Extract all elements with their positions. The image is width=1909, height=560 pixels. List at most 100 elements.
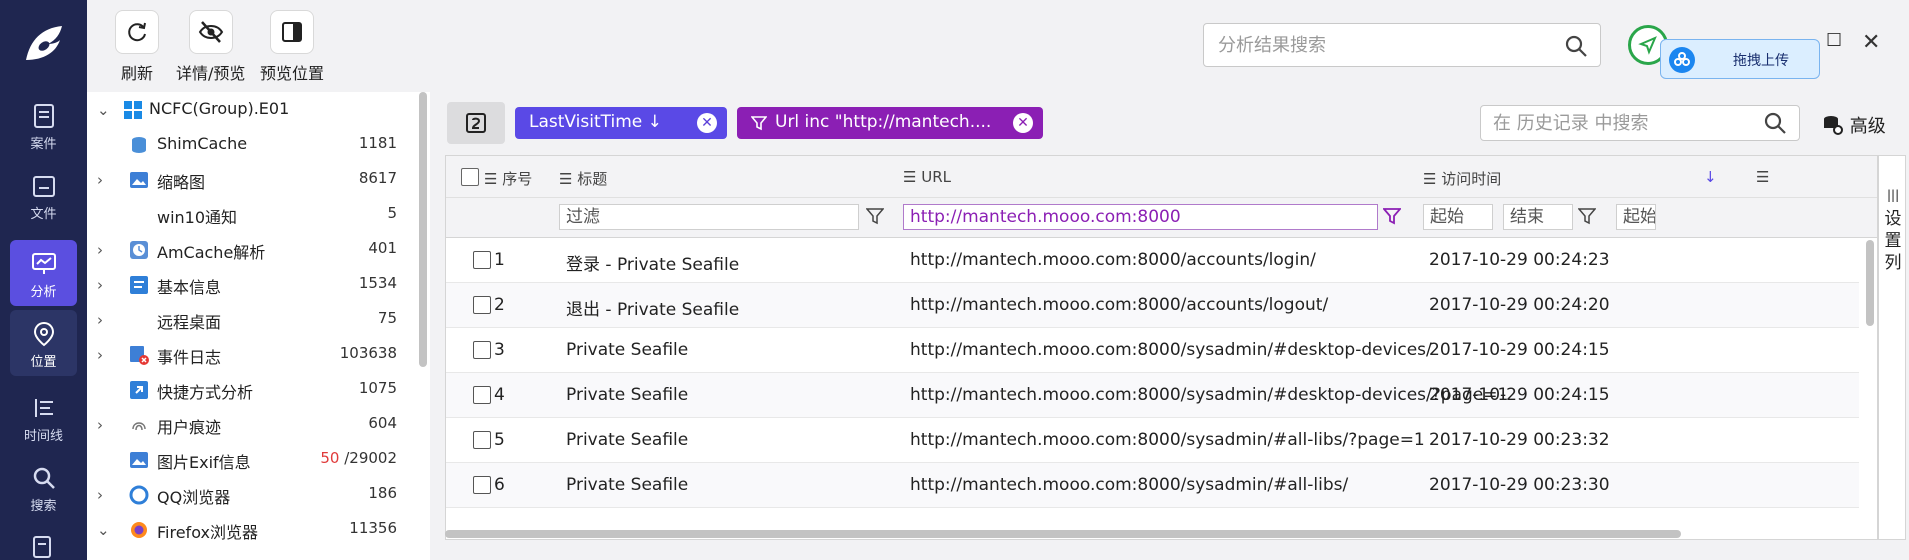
- location-pin-icon: [33, 321, 54, 347]
- drag-upload-widget[interactable]: 拖拽上传: [1660, 39, 1820, 79]
- search-icon[interactable]: [1763, 111, 1787, 135]
- nav-case[interactable]: 案件: [10, 92, 77, 158]
- chevron-right-icon[interactable]: ›: [97, 276, 103, 294]
- report-icon[interactable]: [30, 534, 56, 560]
- tree-item-firefox[interactable]: ⌄ Firefox浏览器 11356: [87, 512, 397, 547]
- refresh-button[interactable]: 刷新: [115, 10, 159, 84]
- tree-item-user-traces[interactable]: › 用户痕迹 604: [87, 407, 397, 442]
- nav-analysis[interactable]: 分析: [10, 240, 77, 306]
- cell-no: 3: [494, 340, 505, 360]
- table-row[interactable]: 5 Private Seafile http://mantech.mooo.co…: [446, 418, 1859, 463]
- app-window: 案件 文件 分析 位置 时间线 搜索 刷新 详情/预览 预览位置 分析结果搜索 …: [0, 0, 1909, 560]
- filter-icon[interactable]: [1578, 207, 1596, 225]
- row-checkbox[interactable]: [473, 341, 491, 359]
- column-menu-icon[interactable]: ☰: [559, 170, 572, 188]
- advanced-search-button[interactable]: 高级: [1822, 112, 1886, 138]
- end-time-input[interactable]: [1503, 204, 1573, 230]
- tree-item-win10-notifications[interactable]: win10通知 5: [87, 197, 397, 232]
- column-no-label: 序号: [502, 170, 533, 188]
- column-url-header[interactable]: ☰ URL: [903, 168, 951, 186]
- cell-visit-time: 2017-10-29 00:24:20: [1429, 295, 1610, 315]
- nav-location[interactable]: 位置: [10, 310, 77, 376]
- row-checkbox[interactable]: [473, 296, 491, 314]
- next-column-filter-input[interactable]: [1616, 204, 1656, 230]
- tree-item-count-highlight: 50: [320, 449, 340, 467]
- remove-sort-icon[interactable]: ✕: [697, 113, 717, 133]
- table-row[interactable]: 1 登录 - Private Seafile http://mantech.mo…: [446, 238, 1859, 283]
- chevron-right-icon[interactable]: ›: [97, 486, 103, 504]
- table-row[interactable]: 2 退出 - Private Seafile http://mantech.mo…: [446, 283, 1859, 328]
- table-row[interactable]: 6 Private Seafile http://mantech.mooo.co…: [446, 463, 1859, 508]
- table-vertical-scrollbar[interactable]: [1866, 240, 1874, 326]
- nav-timeline[interactable]: 时间线: [10, 384, 77, 450]
- table-horizontal-scrollbar[interactable]: [445, 530, 1681, 538]
- nav-files[interactable]: 文件: [10, 162, 77, 228]
- search-icon[interactable]: [1564, 34, 1588, 58]
- tree-item-remote-desktop[interactable]: › 远程桌面 75: [87, 302, 397, 337]
- tree-item-count: 186: [368, 484, 397, 502]
- close-window-button[interactable]: ✕: [1862, 30, 1880, 55]
- history-search-box[interactable]: [1480, 105, 1800, 141]
- chevron-right-icon[interactable]: ›: [97, 346, 103, 364]
- column-no-header[interactable]: ☰ 序号: [484, 168, 532, 189]
- toggle-panel-button[interactable]: [447, 102, 505, 144]
- tree-item-ncfc[interactable]: ⌄ NCFC(Group).E01: [87, 92, 397, 127]
- tree-item-shimcache[interactable]: ShimCache 1181: [87, 127, 397, 162]
- eye-off-icon: [198, 21, 223, 43]
- analysis-search-input[interactable]: [1204, 24, 1544, 66]
- artifact-tree: ⌄ NCFC(Group).E01 ShimCache 1181 › 缩略图 8…: [87, 92, 430, 560]
- history-search-input[interactable]: [1481, 106, 1751, 140]
- tree-item-thumbnails[interactable]: › 缩略图 8617: [87, 162, 397, 197]
- start-time-input[interactable]: [1423, 204, 1493, 230]
- preview-position-button[interactable]: 预览位置: [260, 10, 324, 84]
- column-menu-icon[interactable]: ☰: [1423, 170, 1436, 188]
- chevron-right-icon[interactable]: ›: [97, 171, 103, 189]
- active-filter-icon[interactable]: [1383, 207, 1401, 225]
- filter-icon[interactable]: [866, 207, 884, 225]
- column-menu-icon[interactable]: ☰: [484, 170, 497, 188]
- details-preview-button[interactable]: 详情/预览: [176, 10, 245, 84]
- url-filter-input[interactable]: [903, 204, 1378, 230]
- chevron-right-icon[interactable]: ›: [97, 311, 103, 329]
- select-all-checkbox[interactable]: [461, 168, 479, 186]
- cell-url: http://mantech.mooo.com:8000/sysadmin/#a…: [910, 430, 1425, 450]
- tree-item-qq-browser[interactable]: › QQ浏览器 186: [87, 477, 397, 512]
- timeline-icon: [34, 399, 53, 417]
- tree-item-label: Firefox浏览器: [157, 523, 258, 542]
- chevron-down-icon[interactable]: ⌄: [97, 101, 110, 119]
- row-checkbox[interactable]: [473, 476, 491, 494]
- tree-item-count: 1181: [358, 134, 397, 152]
- column-visit-time-header[interactable]: ☰ 访问时间: [1423, 168, 1501, 189]
- sort-chip[interactable]: LastVisitTime ↓ ✕: [515, 107, 727, 139]
- set-columns-button[interactable]: ||| 设置列: [1878, 155, 1906, 540]
- analysis-search-box[interactable]: [1203, 23, 1601, 67]
- row-checkbox[interactable]: [473, 386, 491, 404]
- table-row[interactable]: 3 Private Seafile http://mantech.mooo.co…: [446, 328, 1859, 373]
- tree-scrollbar[interactable]: [419, 92, 427, 367]
- clock-icon: [130, 241, 148, 259]
- url-filter-chip[interactable]: Url inc "http://mantech.... ✕: [737, 107, 1043, 139]
- column-menu-icon[interactable]: ☰: [903, 168, 916, 186]
- chevron-right-icon[interactable]: ›: [97, 416, 103, 434]
- remove-url-filter-icon[interactable]: ✕: [1013, 113, 1033, 133]
- title-filter-input[interactable]: [559, 204, 859, 230]
- filter-icon: [751, 116, 767, 131]
- tree-item-shortcut-analysis[interactable]: 快捷方式分析 1075: [87, 372, 397, 407]
- chevron-right-icon[interactable]: ›: [97, 241, 103, 259]
- table-row[interactable]: 4 Private Seafile http://mantech.mooo.co…: [446, 373, 1859, 418]
- analysis-icon: [31, 253, 56, 274]
- tree-item-count: 401: [368, 239, 397, 257]
- nav-timeline-label: 时间线: [23, 429, 63, 444]
- tree-item-image-exif[interactable]: 图片Exif信息 50 /29002: [87, 442, 397, 477]
- nav-search[interactable]: 搜索: [10, 454, 77, 520]
- chevron-down-icon[interactable]: ⌄: [97, 521, 110, 539]
- tree-item-basic-info[interactable]: › 基本信息 1534: [87, 267, 397, 302]
- sort-desc-icon[interactable]: ↓: [1704, 168, 1717, 186]
- tree-item-event-log[interactable]: › 事件日志 103638: [87, 337, 397, 372]
- column-menu-icon[interactable]: ☰: [1756, 168, 1769, 186]
- row-checkbox[interactable]: [473, 251, 491, 269]
- tree-item-amcache[interactable]: › AmCache解析 401: [87, 232, 397, 267]
- row-checkbox[interactable]: [473, 431, 491, 449]
- column-title-header[interactable]: ☰ 标题: [559, 168, 607, 189]
- maximize-button[interactable]: ☐: [1826, 30, 1842, 51]
